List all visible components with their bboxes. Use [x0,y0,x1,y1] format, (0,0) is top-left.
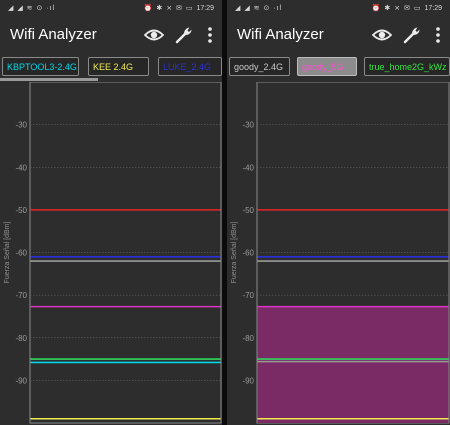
network-signal-icons: ◢ ◢ ≋ ⊙ ·ıl [8,5,56,12]
status-right-group: ⏰ ✱ ⨯ ✉ ▭ 17:29 [372,4,442,12]
y-tick-label: -80 [15,334,27,343]
y-axis-label: Fuerza Señal [dBm] [4,222,11,284]
left-screen: ◢ ◢ ≋ ⊙ ·ıl ⏰ ✱ ⨯ ✉ ▭ 17:29 Wifi Analyzer… [0,0,222,425]
chip-scroll-indicator [0,78,98,81]
more-options-icon[interactable] [432,25,444,45]
y-tick-label: -70 [242,291,254,300]
ssid-filter-bar: goody_2.4G goody_5G true_home2G_kWz [227,56,450,80]
more-options-icon[interactable] [204,25,216,45]
app-toolbar: Wifi Analyzer [227,17,450,53]
status-bar: ◢ ◢ ≋ ⊙ ·ıl ⏰ ✱ ⨯ ✉ ▭ 17:29 [227,0,450,17]
signal-strength-chart: -30 -40 -50 -60 -70 -80 -90 Fuerza Señal [dBm] [227,82,450,425]
signal-strength-chart: -30 -40 -50 -60 -70 -80 -90 Fuerza Señal [dBm] [0,82,222,425]
y-tick-label: -90 [242,376,254,385]
ssid-chip-kbptool3[interactable]: KBPTOOL3-2.4G [2,57,79,76]
y-tick-label: -40 [242,163,254,172]
y-tick-label: -80 [242,334,254,343]
signal-chart-svg: -30 -40 -50 -60 -70 -80 -90 Fuerza Señal [dBm] [231,82,450,424]
ssid-chip-luke[interactable]: LUKE_2.4G [158,57,222,76]
ssid-chip-kee[interactable]: KEE 2.4G [88,57,149,76]
status-time: 17:29 [424,5,442,12]
status-right-group: ⏰ ✱ ⨯ ✉ ▭ 17:29 [144,4,214,12]
status-bar: ◢ ◢ ≋ ⊙ ·ıl ⏰ ✱ ⨯ ✉ ▭ 17:29 [0,0,222,17]
network-signal-icons: ◢ ◢ ≋ ⊙ ·ıl [235,5,283,12]
app-title: Wifi Analyzer [10,26,97,43]
y-tick-label: -30 [15,121,27,130]
selected-network-fill [257,306,449,423]
y-tick-label: -70 [15,291,27,300]
wrench-icon[interactable] [174,25,194,45]
wrench-icon[interactable] [402,25,422,45]
y-tick-label: -60 [242,249,254,258]
y-tick-label: -50 [15,206,27,215]
ssid-chip-goody-5g[interactable]: goody_5G [297,57,357,76]
right-screen: ◢ ◢ ≋ ⊙ ·ıl ⏰ ✱ ⨯ ✉ ▭ 17:29 Wifi Analyzer… [227,0,450,425]
system-status-icons: ⏰ ✱ ⨯ ✉ ▭ [371,5,422,12]
status-time: 17:29 [196,5,214,12]
y-axis-label: Fuerza Señal [dBm] [231,222,238,284]
ssid-filter-bar: KBPTOOL3-2.4G KEE 2.4G LUKE_2.4G [0,56,222,80]
app-title: Wifi Analyzer [237,26,324,43]
ssid-chip-goody-24[interactable]: goody_2.4G [229,57,290,76]
y-tick-label: -90 [15,376,27,385]
y-tick-label: -40 [15,163,27,172]
ssid-chip-true-home[interactable]: true_home2G_kWz [364,57,450,76]
eye-icon[interactable] [144,25,164,45]
y-tick-label: -60 [15,249,27,258]
app-toolbar: Wifi Analyzer [0,17,222,53]
signal-chart-svg: -30 -40 -50 -60 -70 -80 -90 Fuerza Señal [dBm] [4,82,222,424]
eye-icon[interactable] [372,25,392,45]
y-tick-label: -30 [242,121,254,130]
y-tick-label: -50 [242,206,254,215]
system-status-icons: ⏰ ✱ ⨯ ✉ ▭ [143,5,194,12]
